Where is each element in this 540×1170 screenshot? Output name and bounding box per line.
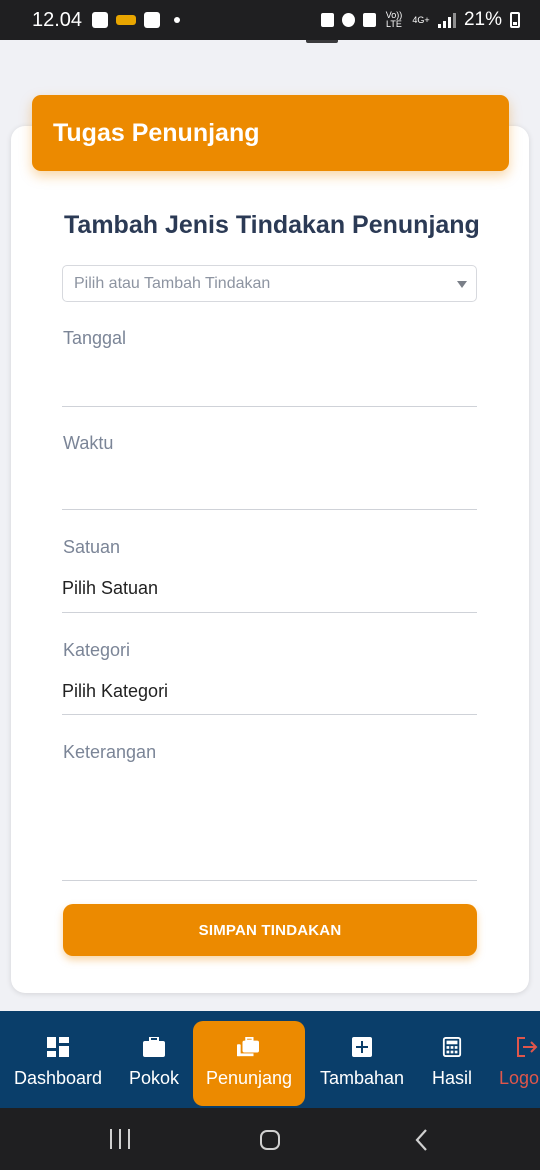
briefcase-icon [143, 1037, 165, 1057]
caret-down-icon[interactable] [457, 281, 467, 288]
unit-label: Satuan [63, 537, 121, 557]
dashboard-icon [47, 1037, 69, 1057]
unit-field[interactable]: Satuan Pilih Satuan [62, 534, 477, 613]
nav-dashboard-label: Dashboard [13, 1068, 103, 1088]
signal-icon [437, 12, 456, 28]
status-bar: 12.04 Vo)) LTE 4G+ 21% [0, 0, 540, 40]
notes-label: Keterangan [63, 742, 157, 762]
time-label: Waktu [63, 433, 114, 453]
plus-square-icon [352, 1037, 372, 1057]
save-action-button[interactable]: SIMPAN TINDAKAN [63, 904, 477, 956]
category-field[interactable]: Kategori Pilih Kategori [62, 637, 477, 715]
battery-percent: 21% [463, 9, 502, 30]
battery-icon [510, 12, 520, 28]
gallery-icon [92, 12, 109, 28]
date-field[interactable]: Tanggal [62, 325, 477, 407]
status-time: 12.04 [32, 8, 83, 31]
calculator-icon [442, 1037, 462, 1057]
nav-logout[interactable]: Logo [496, 1011, 540, 1108]
recent-apps-icon[interactable] [108, 1129, 132, 1149]
page-title: Tugas Penunjang [32, 95, 509, 171]
logout-icon [517, 1037, 538, 1057]
lock-icon [320, 13, 334, 27]
alarm-icon [341, 13, 355, 27]
form-title: Tambah Jenis Tindakan Penunjang [64, 211, 480, 239]
volte-label: Vo)) LTE [385, 10, 403, 29]
nav-tambahan[interactable]: Tambahan [314, 1011, 410, 1108]
date-label: Tanggal [63, 328, 127, 348]
nav-logout-label: Logo [499, 1068, 540, 1088]
briefcases-icon [237, 1037, 259, 1057]
dot-icon [174, 17, 181, 23]
category-label: Kategori [63, 640, 131, 660]
time-field[interactable]: Waktu [62, 430, 477, 510]
action-select[interactable]: Pilih atau Tambah Tindakan [62, 265, 477, 302]
pull-handle [306, 40, 338, 43]
nav-dashboard[interactable]: Dashboard [6, 1011, 110, 1108]
app-notification-icon [116, 15, 137, 25]
system-navigation [0, 1108, 540, 1170]
unit-value: Pilih Satuan [62, 578, 159, 598]
nav-penunjang-label: Penunjang [205, 1068, 293, 1088]
system-icons: Vo)) LTE 4G+ 21% [320, 9, 520, 31]
nav-hasil-label: Hasil [431, 1068, 472, 1088]
nav-hasil[interactable]: Hasil [424, 1011, 480, 1108]
shop-icon [144, 12, 161, 28]
mute-icon [362, 13, 376, 27]
nav-penunjang[interactable]: Penunjang [193, 1021, 305, 1106]
nav-pokok-label: Pokok [128, 1068, 180, 1088]
notification-icons [92, 12, 181, 28]
network-type-label: 4G+ [412, 14, 430, 25]
action-select-placeholder: Pilih atau Tambah Tindakan [74, 274, 271, 292]
bottom-navigation: Dashboard Pokok Penunjang Tambahan Hasil… [0, 1011, 540, 1108]
notes-field[interactable]: Keterangan [62, 739, 477, 881]
back-icon[interactable] [414, 1129, 430, 1151]
nav-tambahan-label: Tambahan [319, 1068, 405, 1088]
nav-pokok[interactable]: Pokok [122, 1011, 186, 1108]
category-value: Pilih Kategori [62, 681, 169, 701]
home-icon[interactable] [259, 1129, 281, 1151]
